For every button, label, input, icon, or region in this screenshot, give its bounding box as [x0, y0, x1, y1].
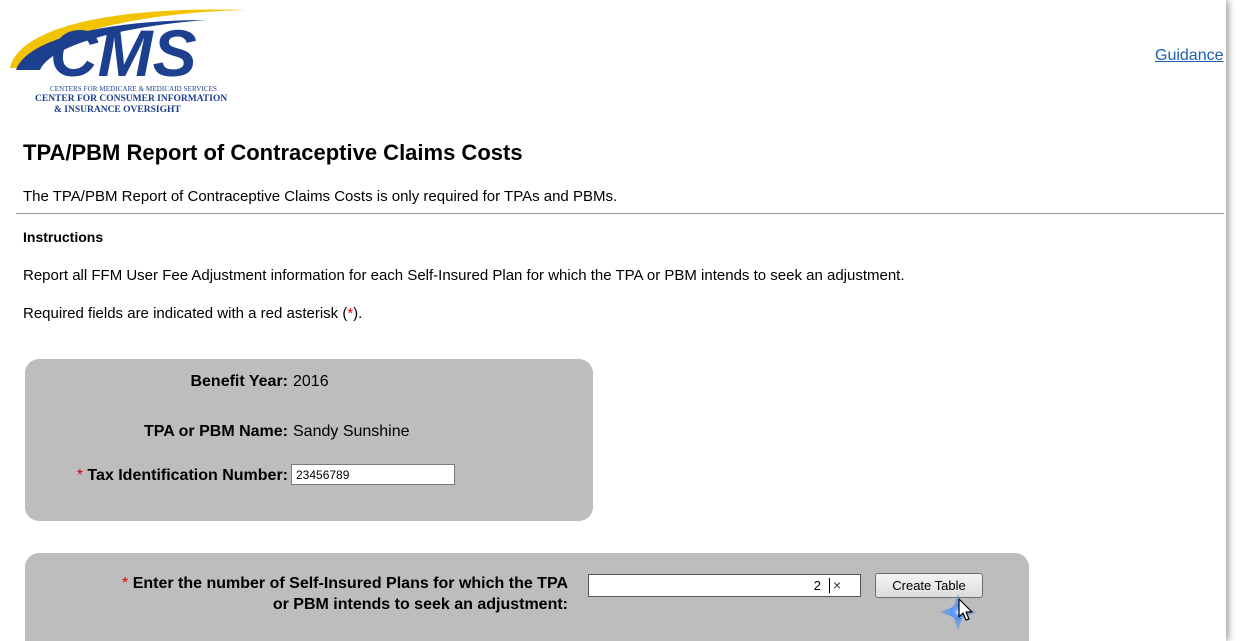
text-caret	[829, 578, 830, 593]
clear-icon[interactable]: ×	[833, 577, 841, 593]
cms-logo: CMS CENTERS FOR MEDICARE & MEDICAID SERV…	[6, 6, 266, 118]
tax-id-label-text: Tax Identification Number:	[87, 467, 288, 484]
cms-wordmark: CMS	[50, 16, 197, 90]
tpa-name-value: Sandy Sunshine	[293, 423, 410, 440]
tpa-name-label: TPA or PBM Name:	[143, 423, 288, 440]
page-title: TPA/PBM Report of Contraceptive Claims C…	[23, 140, 523, 165]
plans-count-input[interactable]	[589, 575, 827, 596]
instructions-heading: Instructions	[23, 229, 104, 245]
plans-label-line-1: Enter the number of Self-Insured Plans f…	[132, 575, 568, 592]
benefit-year-label: Benefit Year:	[190, 373, 288, 390]
create-table-button[interactable]: Create Table	[875, 573, 983, 598]
tax-id-label: * Tax Identification Number:	[25, 467, 288, 485]
logo-line-3: & INSURANCE OVERSIGHT	[54, 105, 181, 115]
benefit-year-value: 2016	[293, 373, 329, 390]
guidance-link[interactable]: Guidance	[1155, 47, 1224, 65]
plans-count-label: * Enter the number of Self-Insured Plans…	[60, 573, 568, 615]
divider	[16, 213, 1224, 214]
required-note-suffix: ).	[353, 305, 363, 322]
plans-label-line-2: or PBM intends to seek an adjustment:	[272, 596, 568, 613]
logo-line-1: CENTERS FOR MEDICARE & MEDICAID SERVICES	[50, 85, 217, 93]
required-asterisk: *	[122, 575, 129, 592]
tax-id-input[interactable]	[291, 464, 455, 485]
plans-count-field[interactable]: ×	[588, 574, 861, 597]
required-asterisk: *	[76, 467, 83, 484]
page-description: The TPA/PBM Report of Contraceptive Clai…	[23, 188, 618, 205]
required-fields-note: Required fields are indicated with a red…	[23, 305, 362, 322]
instructions-text: Report all FFM User Fee Adjustment infor…	[23, 267, 905, 284]
logo-line-2: CENTER FOR CONSUMER INFORMATION	[35, 94, 228, 104]
required-note-prefix: Required fields are indicated with a red…	[23, 305, 348, 322]
